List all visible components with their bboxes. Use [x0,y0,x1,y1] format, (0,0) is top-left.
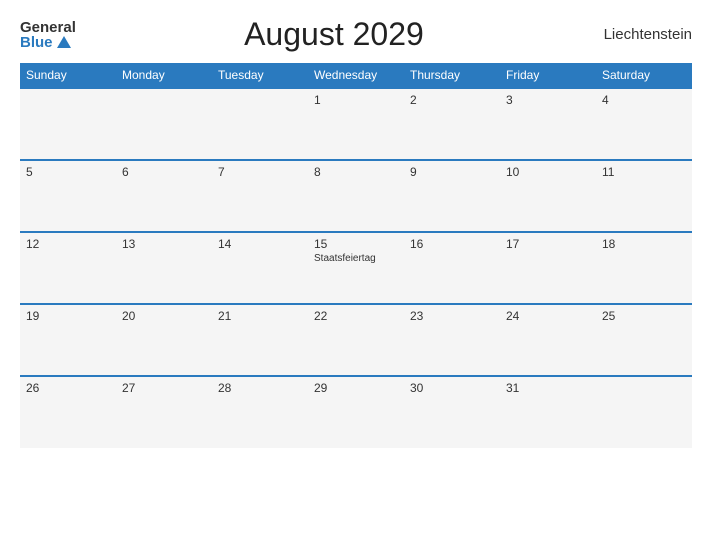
day-number: 16 [410,237,494,251]
day-cell-w5-d4: 30 [404,376,500,448]
day-number: 6 [122,165,206,179]
event-label: Staatsfeiertag [314,253,398,264]
day-cell-w3-d5: 17 [500,232,596,304]
col-saturday: Saturday [596,63,692,88]
day-cell-w4-d3: 22 [308,304,404,376]
calendar-table: Sunday Monday Tuesday Wednesday Thursday… [20,63,692,448]
header: General Blue August 2029 Liechtenstein [20,16,692,53]
logo-general-text: General [20,20,76,35]
day-cell-w4-d0: 19 [20,304,116,376]
week-row-5: 26 27 28 29 30 31 [20,376,692,448]
day-number: 25 [602,309,686,323]
col-friday: Friday [500,63,596,88]
day-cell-w2-d4: 9 [404,160,500,232]
day-number: 28 [218,381,302,395]
day-cell-w5-d5: 31 [500,376,596,448]
week-row-4: 19 20 21 22 23 24 25 [20,304,692,376]
day-number: 7 [218,165,302,179]
day-number: 17 [506,237,590,251]
week-row-2: 56789 10 11 [20,160,692,232]
day-cell-w2-d1: 6 [116,160,212,232]
day-number: 8 [314,165,398,179]
calendar-title: August 2029 [76,16,592,53]
day-number: 11 [602,165,686,179]
day-number: 1 [314,93,398,107]
col-sunday: Sunday [20,63,116,88]
day-number: 30 [410,381,494,395]
logo-triangle-icon [57,36,71,48]
day-number: 14 [218,237,302,251]
day-number: 12 [26,237,110,251]
day-number: 10 [506,165,590,179]
day-number: 4 [602,93,686,107]
day-number: 31 [506,381,590,395]
week-row-1: 1234 [20,88,692,160]
col-tuesday: Tuesday [212,63,308,88]
day-number: 22 [314,309,398,323]
day-number: 19 [26,309,110,323]
logo-blue-text: Blue [20,35,53,50]
weekday-header-row: Sunday Monday Tuesday Wednesday Thursday… [20,63,692,88]
day-number: 18 [602,237,686,251]
day-number: 26 [26,381,110,395]
day-cell-w2-d2: 7 [212,160,308,232]
day-cell-w5-d6 [596,376,692,448]
day-number: 3 [506,93,590,107]
day-cell-w4-d5: 24 [500,304,596,376]
day-cell-w3-d1: 13 [116,232,212,304]
day-cell-w4-d2: 21 [212,304,308,376]
day-cell-w4-d4: 23 [404,304,500,376]
day-number: 5 [26,165,110,179]
day-number: 2 [410,93,494,107]
day-cell-w1-d0 [20,88,116,160]
day-cell-w2-d6: 11 [596,160,692,232]
logo-blue-row: Blue [20,35,71,50]
logo: General Blue [20,20,76,50]
day-cell-w5-d3: 29 [308,376,404,448]
day-cell-w4-d1: 20 [116,304,212,376]
day-cell-w1-d4: 2 [404,88,500,160]
country-label: Liechtenstein [592,26,692,43]
day-cell-w3-d4: 16 [404,232,500,304]
col-wednesday: Wednesday [308,63,404,88]
day-number: 27 [122,381,206,395]
day-number: 13 [122,237,206,251]
day-number: 20 [122,309,206,323]
day-cell-w5-d2: 28 [212,376,308,448]
day-cell-w3-d2: 14 [212,232,308,304]
col-thursday: Thursday [404,63,500,88]
day-cell-w1-d6: 4 [596,88,692,160]
day-cell-w3-d0: 12 [20,232,116,304]
day-cell-w4-d6: 25 [596,304,692,376]
day-number: 9 [410,165,494,179]
day-cell-w1-d2 [212,88,308,160]
day-cell-w5-d0: 26 [20,376,116,448]
day-cell-w1-d1 [116,88,212,160]
day-number: 23 [410,309,494,323]
page: General Blue August 2029 Liechtenstein S… [0,0,712,550]
col-monday: Monday [116,63,212,88]
day-cell-w2-d3: 8 [308,160,404,232]
day-number: 24 [506,309,590,323]
day-cell-w2-d5: 10 [500,160,596,232]
day-cell-w5-d1: 27 [116,376,212,448]
day-cell-w3-d3: 15 Staatsfeiertag [308,232,404,304]
day-cell-w2-d0: 5 [20,160,116,232]
day-cell-w1-d3: 1 [308,88,404,160]
day-number: 29 [314,381,398,395]
day-number: 15 [314,237,398,251]
day-cell-w3-d6: 18 [596,232,692,304]
day-cell-w1-d5: 3 [500,88,596,160]
week-row-3: 12 13 14 15 Staatsfeiertag 16 17 18 [20,232,692,304]
day-number: 21 [218,309,302,323]
